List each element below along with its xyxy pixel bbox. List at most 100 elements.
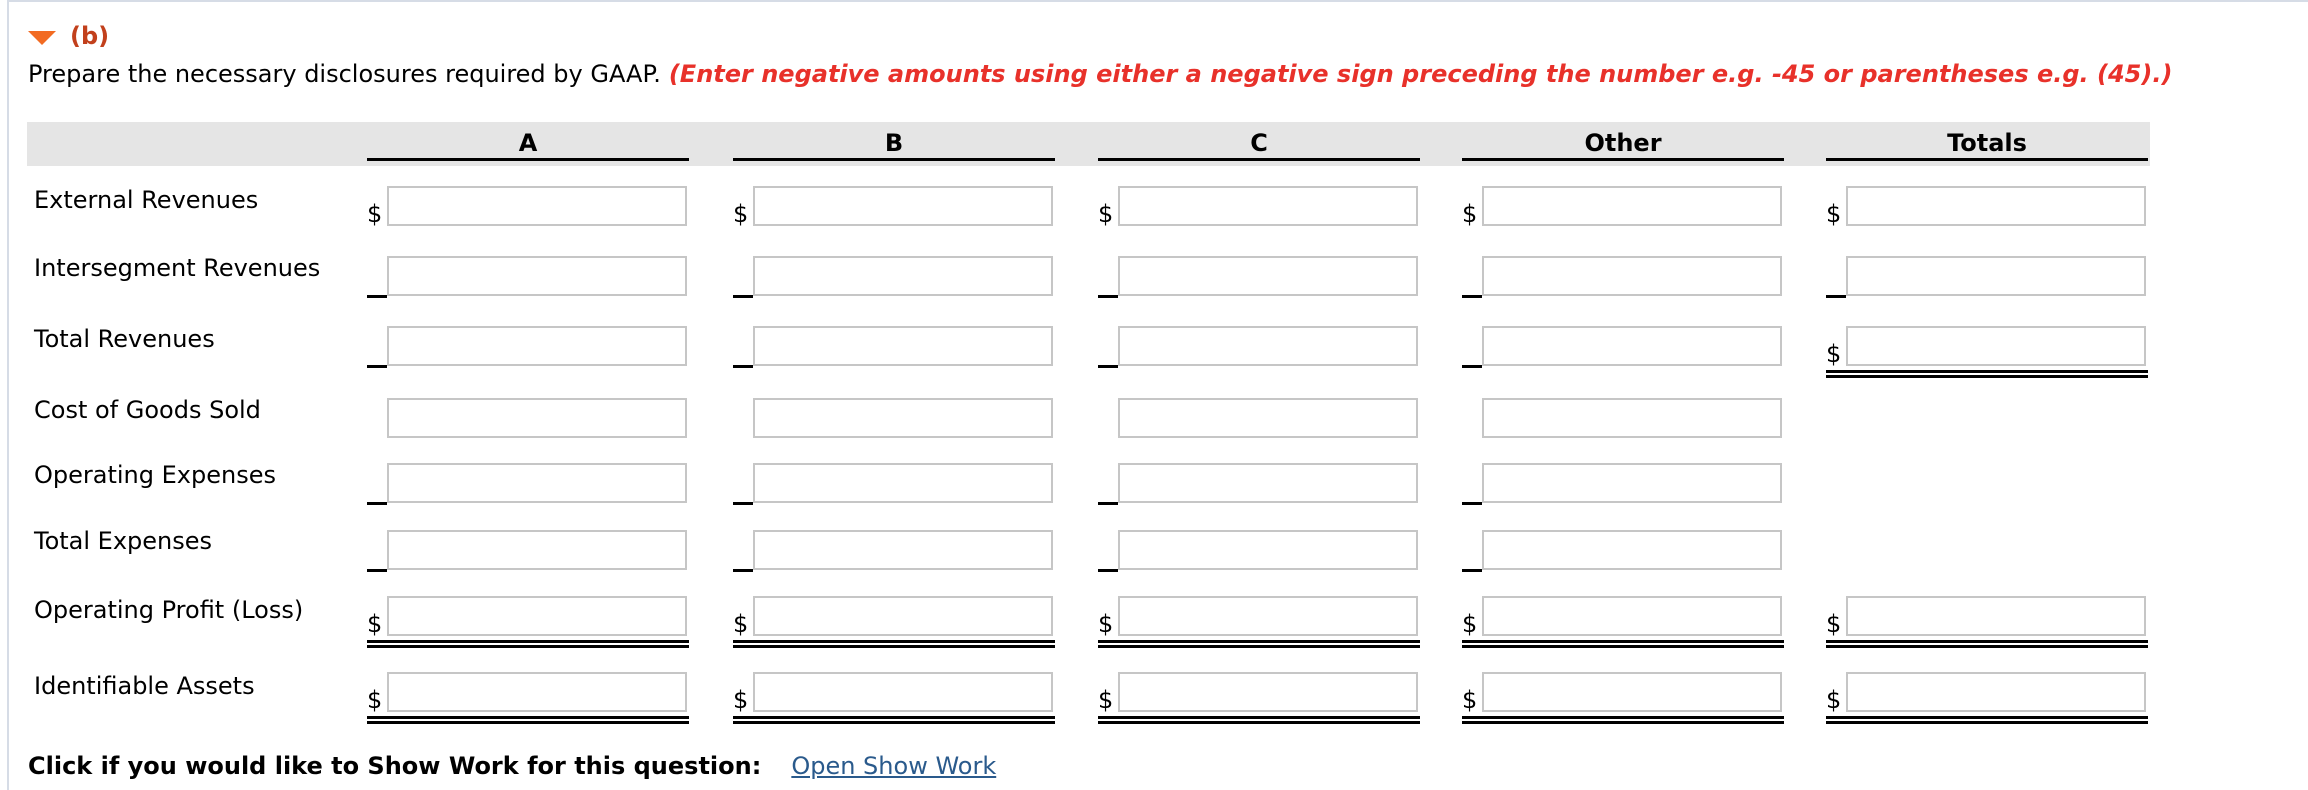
amount-cell: $ (1826, 326, 2148, 378)
amount-input-c[interactable] (1118, 596, 1418, 636)
instructions-note: (Enter negative amounts using either a n… (668, 60, 2173, 88)
collapse-triangle-icon[interactable] (28, 31, 56, 45)
subtotal-underline (1098, 569, 1118, 572)
dollar-sign: $ (733, 200, 749, 228)
dollar-sign: $ (733, 686, 749, 714)
amount-input-totals[interactable] (1846, 256, 2146, 296)
double-underline (1098, 640, 1420, 648)
amount-input-c[interactable] (1118, 256, 1418, 296)
instructions-text: Prepare the necessary disclosures requir… (28, 60, 661, 88)
amount-cell (733, 398, 1055, 440)
double-underline (733, 716, 1055, 724)
amount-input-b[interactable] (753, 672, 1053, 712)
amount-cell: $ (733, 672, 1055, 724)
amount-input-totals[interactable] (1846, 596, 2146, 636)
amount-input-a[interactable] (387, 326, 687, 366)
double-underline (1826, 370, 2148, 378)
dollar-sign: $ (1826, 200, 1842, 228)
amount-input-b[interactable] (753, 596, 1053, 636)
amount-cell: $ (1462, 596, 1784, 648)
subtotal-underline (1462, 365, 1482, 368)
amount-input-totals[interactable] (1846, 326, 2146, 366)
amount-input-other[interactable] (1482, 530, 1782, 570)
subtotal-underline (733, 569, 753, 572)
amount-cell: $ (733, 186, 1055, 228)
amount-cell: $ (1098, 596, 1420, 648)
amount-input-other[interactable] (1482, 256, 1782, 296)
subtotal-underline (1098, 502, 1118, 505)
instructions: Prepare the necessary disclosures requir… (28, 60, 2172, 88)
amount-cell: $ (1098, 672, 1420, 724)
amount-input-b[interactable] (753, 463, 1053, 503)
amount-input-a[interactable] (387, 530, 687, 570)
double-underline (733, 640, 1055, 648)
amount-input-a[interactable] (387, 463, 687, 503)
amount-input-totals[interactable] (1846, 186, 2146, 226)
dollar-sign: $ (367, 686, 383, 714)
amount-input-b[interactable] (753, 530, 1053, 570)
amount-input-a[interactable] (387, 672, 687, 712)
amount-cell (1826, 256, 2148, 298)
amount-input-a[interactable] (387, 256, 687, 296)
amount-input-b[interactable] (753, 398, 1053, 438)
amount-input-other[interactable] (1482, 186, 1782, 226)
double-underline (1826, 640, 2148, 648)
amount-input-c[interactable] (1118, 186, 1418, 226)
amount-cell (367, 326, 689, 368)
row-label: Identifiable Assets (34, 672, 255, 700)
amount-cell (367, 530, 689, 572)
amount-input-other[interactable] (1482, 326, 1782, 366)
amount-input-c[interactable] (1118, 463, 1418, 503)
amount-input-a[interactable] (387, 398, 687, 438)
amount-input-other[interactable] (1482, 463, 1782, 503)
dollar-sign: $ (1462, 200, 1478, 228)
amount-cell: $ (1826, 186, 2148, 228)
amount-cell (1462, 463, 1784, 505)
amount-input-c[interactable] (1118, 530, 1418, 570)
amount-cell (1462, 398, 1784, 440)
dollar-sign: $ (1462, 610, 1478, 638)
dollar-sign: $ (367, 200, 383, 228)
amount-cell (1098, 530, 1420, 572)
double-underline (367, 640, 689, 648)
amount-cell: $ (1462, 672, 1784, 724)
part-label: (b) (70, 22, 110, 50)
dollar-sign: $ (1826, 686, 1842, 714)
amount-input-c[interactable] (1118, 326, 1418, 366)
subtotal-underline (1462, 295, 1482, 298)
amount-cell (1098, 398, 1420, 440)
row-label: Operating Expenses (34, 461, 276, 489)
amount-input-other[interactable] (1482, 398, 1782, 438)
amount-input-other[interactable] (1482, 596, 1782, 636)
column-header-totals: Totals (1826, 128, 2148, 161)
column-header-a: A (367, 128, 689, 161)
amount-cell (367, 256, 689, 298)
open-show-work-link[interactable]: Open Show Work (791, 752, 996, 780)
amount-cell: $ (367, 672, 689, 724)
amount-input-b[interactable] (753, 256, 1053, 296)
amount-cell (1462, 256, 1784, 298)
amount-input-b[interactable] (753, 326, 1053, 366)
amount-input-c[interactable] (1118, 672, 1418, 712)
dollar-sign: $ (1098, 686, 1114, 714)
dollar-sign: $ (1826, 340, 1842, 368)
amount-input-totals[interactable] (1846, 672, 2146, 712)
row-label: Intersegment Revenues (34, 254, 321, 282)
subtotal-underline (367, 365, 387, 368)
show-work-prompt: Click if you would like to Show Work for… (28, 752, 762, 780)
amount-cell: $ (367, 596, 689, 648)
amount-input-c[interactable] (1118, 398, 1418, 438)
amount-cell: $ (1826, 596, 2148, 648)
amount-input-a[interactable] (387, 186, 687, 226)
part-header[interactable]: (b) (28, 22, 109, 50)
dollar-sign: $ (367, 610, 383, 638)
amount-input-b[interactable] (753, 186, 1053, 226)
amount-cell (733, 256, 1055, 298)
dollar-sign: $ (1826, 610, 1842, 638)
amount-input-a[interactable] (387, 596, 687, 636)
double-underline (1462, 716, 1784, 724)
amount-input-other[interactable] (1482, 672, 1782, 712)
dollar-sign: $ (1098, 610, 1114, 638)
row-label: Total Revenues (34, 325, 215, 353)
double-underline (1098, 716, 1420, 724)
